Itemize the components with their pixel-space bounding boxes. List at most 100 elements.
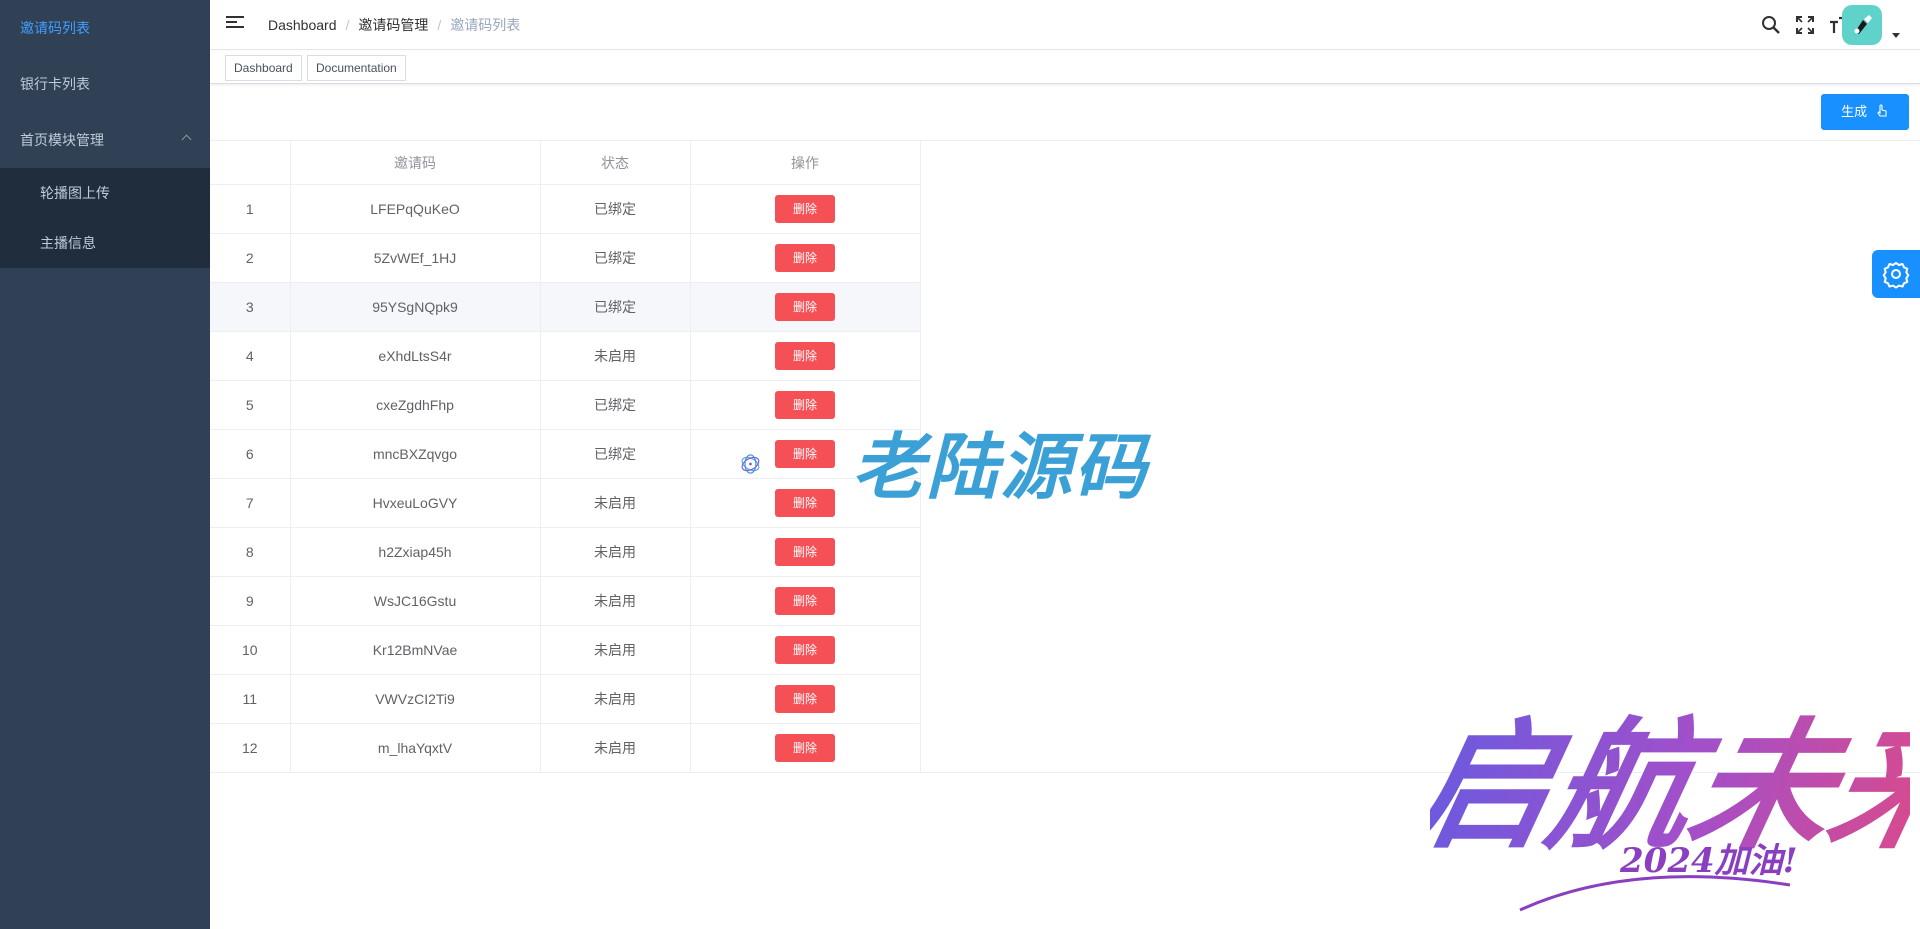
column-header-index	[210, 140, 291, 185]
generate-button-label: 生成	[1841, 104, 1868, 119]
sidebar-item-anchor-info[interactable]: 主播信息	[0, 218, 210, 268]
actions-cell: 删除	[689, 723, 921, 773]
column-header-status: 状态	[539, 140, 691, 185]
column-header-actions: 操作	[689, 140, 921, 185]
actions-cell: 删除	[689, 282, 921, 332]
status-text: 已绑定	[539, 380, 691, 430]
generate-button[interactable]: 生成	[1821, 94, 1909, 130]
watermark-text: 老陆源码	[852, 425, 1149, 509]
actions-cell: 删除	[689, 625, 921, 675]
tags-view: Dashboard Documentation	[210, 51, 1920, 84]
navbar: Dashboard / 邀请码管理 / 邀请码列表	[210, 0, 1920, 50]
right-menu	[1720, 0, 1920, 50]
breadcrumb-invite-management[interactable]: 邀请码管理	[358, 17, 428, 33]
actions-cell: 删除	[689, 527, 921, 577]
settings-button[interactable]	[1872, 250, 1920, 298]
row-index: 2	[210, 233, 291, 283]
invite-code: h2Zxiap45h	[289, 527, 541, 577]
table-row: 2 5ZvWEf_1HJ 已绑定 删除	[210, 233, 921, 283]
watermark-corner-calligraphy: 启航未来 2024加油!	[1430, 704, 1910, 912]
actions-cell: 删除	[689, 674, 921, 724]
table-row: 12 m_lhaYqxtV 未启用 删除	[210, 723, 921, 773]
table-row: 1 LFEPqQuKeO 已绑定 删除	[210, 184, 921, 234]
row-index: 11	[210, 674, 291, 724]
table-row: 10 Kr12BmNVae 未启用 删除	[210, 625, 921, 675]
table-header-row: 邀请码 状态 操作	[210, 140, 921, 185]
avatar[interactable]	[1842, 5, 1882, 45]
column-header-code: 邀请码	[289, 140, 541, 185]
delete-button[interactable]: 删除	[775, 244, 835, 272]
invite-code: VWVzCI2Ti9	[289, 674, 541, 724]
row-index: 5	[210, 380, 291, 430]
actions-cell: 删除	[689, 331, 921, 381]
fullscreen-icon[interactable]	[1794, 14, 1816, 36]
invite-code: mncBXZqvgo	[289, 429, 541, 479]
invite-code: m_lhaYqxtV	[289, 723, 541, 773]
invite-code: HvxeuLoGVY	[289, 478, 541, 528]
breadcrumb-current: 邀请码列表	[450, 17, 521, 33]
gear-icon	[1882, 262, 1910, 289]
delete-button[interactable]: 删除	[775, 391, 835, 419]
actions-cell: 删除	[689, 233, 921, 283]
tag-dashboard[interactable]: Dashboard	[225, 55, 302, 81]
delete-button[interactable]: 删除	[775, 293, 835, 321]
row-index: 3	[210, 282, 291, 332]
sidebar-item-home-modules[interactable]: 首页模块管理	[0, 112, 210, 168]
delete-button[interactable]: 删除	[775, 342, 835, 370]
delete-button[interactable]: 删除	[775, 195, 835, 223]
status-text: 已绑定	[539, 429, 691, 479]
status-text: 已绑定	[539, 184, 691, 234]
watermark-corner-subtext: 2024加油!	[1619, 841, 1798, 881]
table-row: 3 95YSgNQpk9 已绑定 删除	[210, 282, 921, 332]
sidebar-item-bank-cards[interactable]: 银行卡列表	[0, 56, 210, 112]
delete-button[interactable]: 删除	[775, 734, 835, 762]
avatar-image-icon	[1854, 15, 1872, 34]
delete-button[interactable]: 删除	[775, 636, 835, 664]
breadcrumb-separator: /	[345, 17, 350, 33]
invite-code: 95YSgNQpk9	[289, 282, 541, 332]
row-index: 8	[210, 527, 291, 577]
sidebar-item-banner-upload[interactable]: 轮播图上传	[0, 168, 210, 218]
caret-down-icon[interactable]	[1892, 33, 1900, 38]
table-row: 8 h2Zxiap45h 未启用 删除	[210, 527, 921, 577]
status-text: 未启用	[539, 625, 691, 675]
status-text: 未启用	[539, 478, 691, 528]
invite-code: 5ZvWEf_1HJ	[289, 233, 541, 283]
sidebar: 邀请码列表 银行卡列表 首页模块管理 轮播图上传 主播信息	[0, 0, 210, 929]
table-row: 9 WsJC16Gstu 未启用 删除	[210, 576, 921, 626]
actions-cell: 删除	[689, 576, 921, 626]
invite-code: WsJC16Gstu	[289, 576, 541, 626]
status-text: 未启用	[539, 723, 691, 773]
row-index: 4	[210, 331, 291, 381]
row-index: 1	[210, 184, 291, 234]
sidebar-item-label: 首页模块管理	[20, 132, 104, 148]
invite-code: Kr12BmNVae	[289, 625, 541, 675]
hamburger-icon[interactable]	[226, 16, 244, 32]
row-index: 12	[210, 723, 291, 773]
row-index: 10	[210, 625, 291, 675]
breadcrumb: Dashboard / 邀请码管理 / 邀请码列表	[268, 0, 520, 50]
chevron-up-icon	[181, 134, 192, 145]
search-icon[interactable]	[1760, 14, 1782, 36]
row-index: 7	[210, 478, 291, 528]
table-row: 4 eXhdLtsS4r 未启用 删除	[210, 331, 921, 381]
delete-button[interactable]: 删除	[775, 587, 835, 615]
watermark-logo-icon	[741, 454, 760, 474]
row-index: 9	[210, 576, 291, 626]
delete-button[interactable]: 删除	[775, 538, 835, 566]
status-text: 未启用	[539, 527, 691, 577]
actions-cell: 删除	[689, 184, 921, 234]
breadcrumb-dashboard[interactable]: Dashboard	[268, 17, 337, 33]
tag-documentation[interactable]: Documentation	[307, 55, 406, 81]
table-row: 11 VWVzCI2Ti9 未启用 删除	[210, 674, 921, 724]
status-text: 已绑定	[539, 233, 691, 283]
delete-button[interactable]: 删除	[775, 685, 835, 713]
invite-code: LFEPqQuKeO	[289, 184, 541, 234]
status-text: 未启用	[539, 331, 691, 381]
invite-code: eXhdLtsS4r	[289, 331, 541, 381]
breadcrumb-separator: /	[437, 17, 442, 33]
status-text: 未启用	[539, 674, 691, 724]
row-index: 6	[210, 429, 291, 479]
sidebar-item-invite-codes[interactable]: 邀请码列表	[0, 0, 210, 56]
invite-code: cxeZgdhFhp	[289, 380, 541, 430]
